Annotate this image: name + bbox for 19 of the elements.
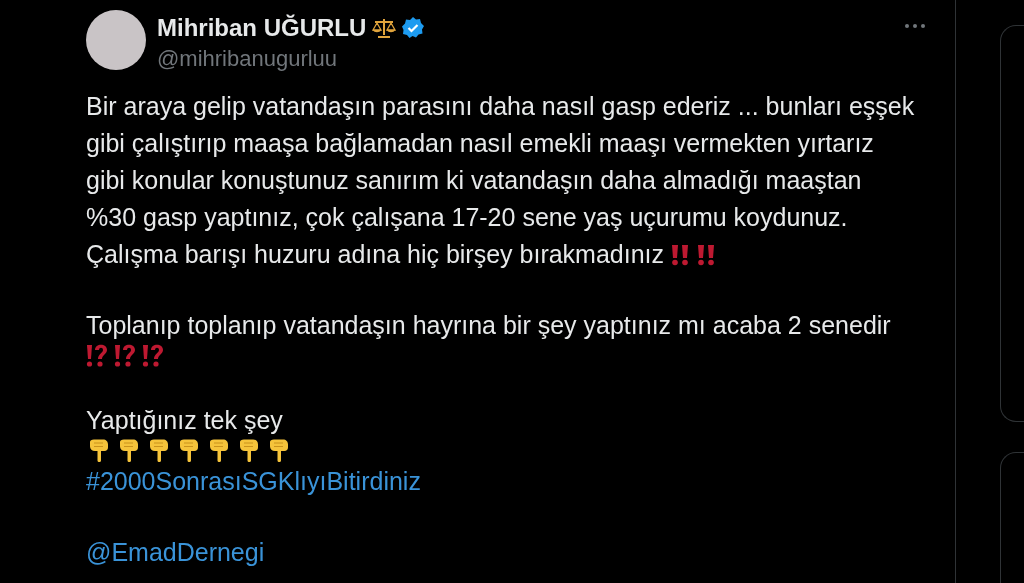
post-text-line: gibi konular konuştunuz sanırım ki vatandaşın daha almadığı maaştan — [86, 165, 863, 196]
mention-link[interactable]: @EmadDernegi — [86, 534, 265, 571]
more-icon — [905, 24, 925, 28]
double-exclamation-icon — [696, 243, 717, 266]
post-text-line: gibi çalıştırıp maaşa bağlamadan nasıl emekli maaşı vermekten yırtarız — [86, 128, 875, 159]
exclamation-question-icon — [142, 344, 164, 368]
post-text-line: Bir araya gelip vatandaşın parasını daha nasıl gasp ederiz ... bunları eşşek — [86, 91, 916, 122]
author-name: Mihriban UĞURLU — [157, 14, 367, 42]
post-text-line: Toplanıp toplanıp vatandaşın hayrına bir şey yaptınız mı acaba 2 senedir — [86, 310, 892, 341]
post-text-line: %30 gasp yaptınız, çok çalışana 17-20 sene yaş uçurumu koydunuz. — [86, 202, 849, 233]
avatar[interactable] — [86, 10, 146, 70]
post-text-line: Çalışma barışı huzuru adına hiç birşey bırakmadınız — [86, 239, 665, 270]
scales-icon — [372, 17, 397, 39]
hashtag-link[interactable]: #2000SonrasıSGKlıyıBitirdiniz — [86, 463, 421, 500]
exclamation-question-icon — [86, 344, 108, 368]
exclamation-question-icon — [114, 344, 136, 368]
post-text-line: Yaptığınız tek şey — [86, 405, 284, 436]
double-exclamation-icon — [670, 243, 691, 266]
author-handle[interactable]: @mihribanugurluu — [157, 46, 892, 72]
